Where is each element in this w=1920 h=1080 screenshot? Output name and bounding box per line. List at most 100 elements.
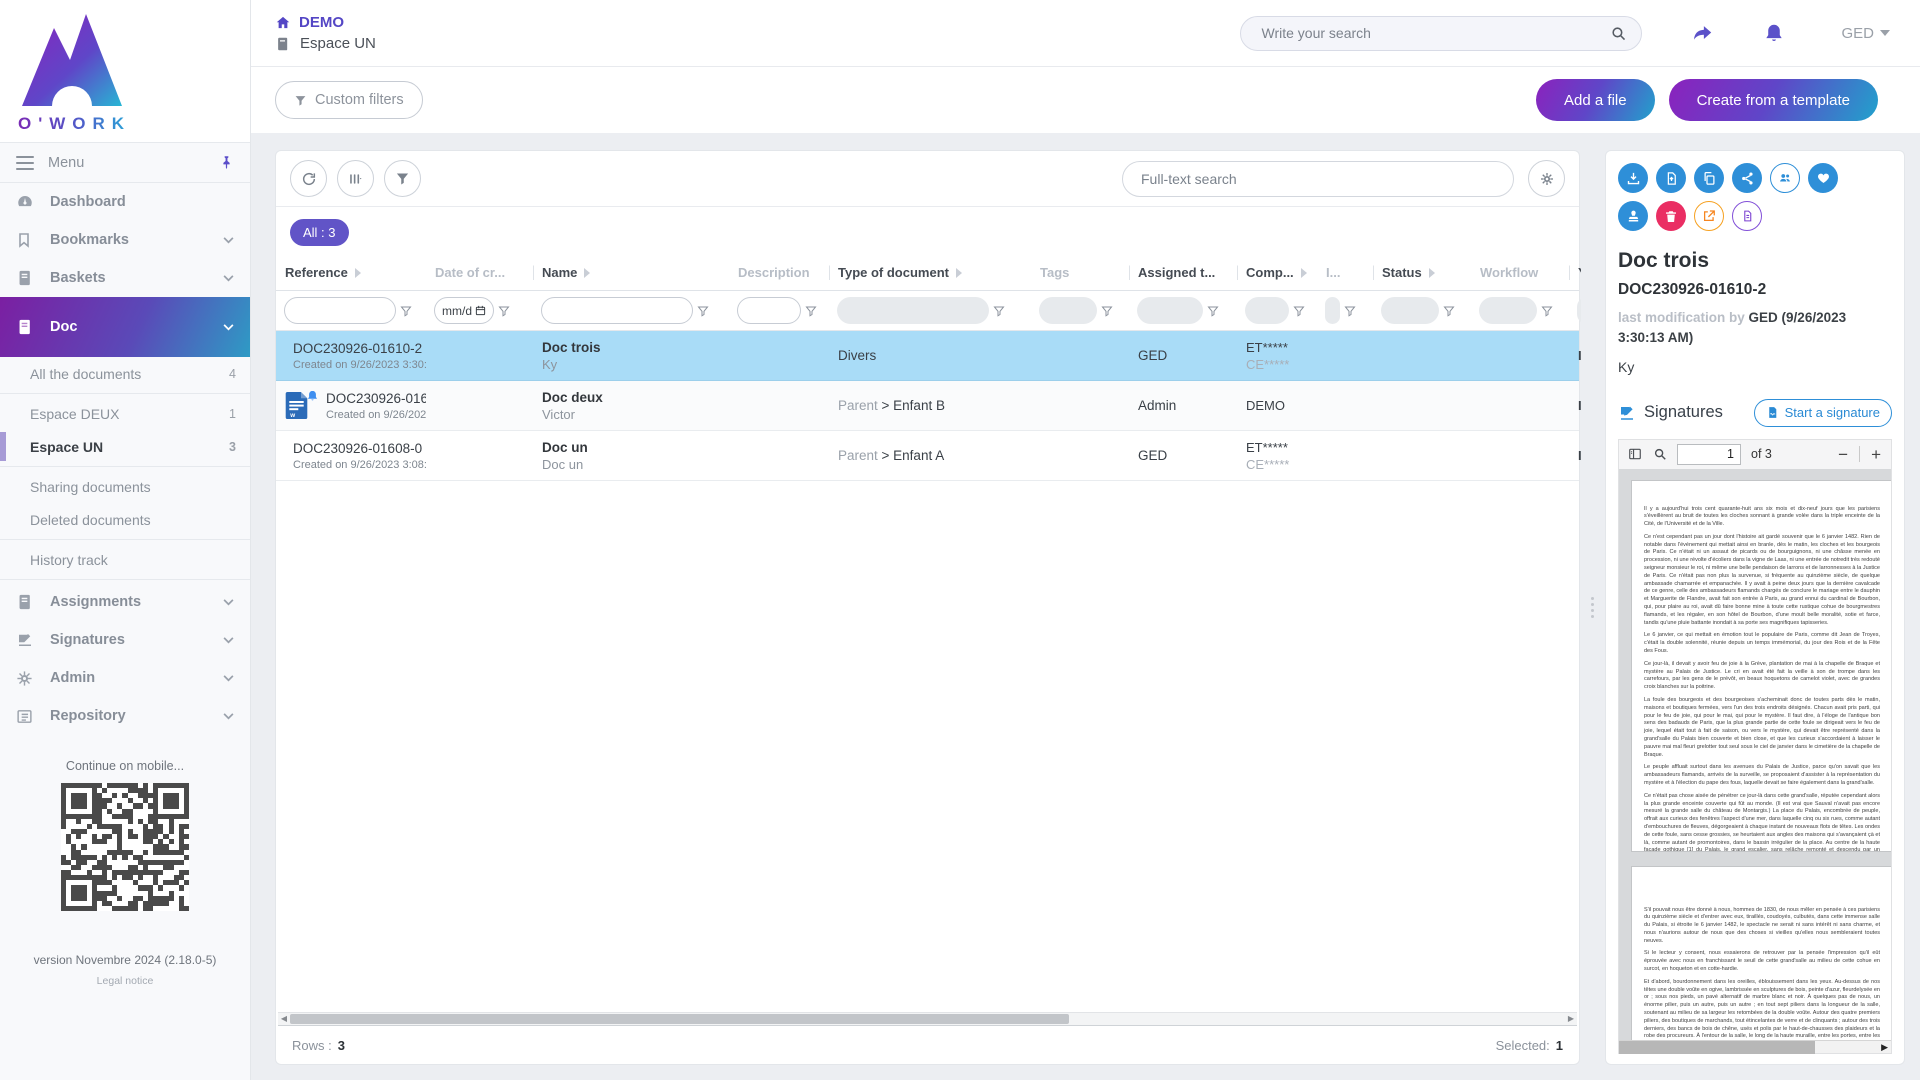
sidebar-item-admin[interactable]: Admin (0, 659, 250, 697)
share-button[interactable] (1690, 22, 1715, 44)
home-icon (275, 15, 291, 30)
table-row[interactable]: w DOC230926-01609-0 Created on 9/26/2023… (276, 381, 1579, 431)
legal-notice-link[interactable]: Legal notice (0, 975, 250, 1001)
sidebar-item-all-documents[interactable]: All the documents 4 (0, 357, 250, 390)
assigned-filter-select[interactable] (1137, 297, 1203, 324)
users-button[interactable] (1770, 163, 1800, 193)
sidebar-item-sharing-documents[interactable]: Sharing documents (0, 470, 250, 503)
table-row[interactable]: DOC230926-01608-0 Created on 9/26/2023 3… (276, 431, 1579, 481)
i-filter-select[interactable] (1325, 297, 1340, 324)
column-header-y[interactable]: Y... (1569, 265, 1581, 280)
custom-filters-button[interactable]: Custom filters (275, 81, 423, 119)
column-header-workflow[interactable]: Workflow (1471, 265, 1569, 280)
sidebar-menu-toggle[interactable]: Menu (0, 143, 250, 183)
column-header-reference[interactable]: Reference (276, 265, 426, 280)
column-header-status[interactable]: Status (1373, 265, 1471, 280)
sidebar-item-dashboard[interactable]: Dashboard (0, 183, 250, 221)
column-header-tags[interactable]: Tags (1031, 265, 1129, 280)
delete-trash-button[interactable] (1656, 201, 1686, 231)
table-settings-button[interactable] (1528, 160, 1565, 197)
notifications-bell-button[interactable] (1763, 22, 1785, 45)
start-signature-button[interactable]: Start a signature (1754, 399, 1892, 427)
funnel-icon[interactable] (1443, 305, 1455, 317)
sidebar-item-espace-deux[interactable]: Espace DEUX 1 (0, 397, 250, 430)
sort-icon[interactable] (955, 268, 963, 278)
pdf-horizontal-scrollbar[interactable]: ▶ (1619, 1040, 1891, 1053)
column-header-i[interactable]: I... (1317, 265, 1373, 280)
sidebar-item-assignments[interactable]: Assignments (0, 583, 250, 621)
table-row[interactable]: DOC230926-01610-2 Created on 9/26/2023 3… (276, 331, 1579, 381)
scrollbar-thumb[interactable] (290, 1014, 1069, 1024)
status-filter-select[interactable] (1381, 297, 1439, 324)
filter-button[interactable] (384, 160, 421, 197)
company-filter-select[interactable] (1245, 297, 1289, 324)
type-filter-select[interactable] (837, 297, 989, 324)
sidebar-item-repository[interactable]: Repository (0, 697, 250, 735)
funnel-icon[interactable] (1541, 305, 1553, 317)
funnel-icon[interactable] (1207, 305, 1219, 317)
column-header-description[interactable]: Description (729, 265, 829, 280)
add-file-button[interactable]: Add a file (1536, 79, 1655, 121)
fulltext-search-input[interactable] (1139, 170, 1497, 188)
name-filter-input[interactable] (541, 297, 693, 324)
column-header-date[interactable]: Date of cr... (426, 265, 533, 280)
pin-icon[interactable] (219, 155, 234, 170)
funnel-icon[interactable] (1293, 305, 1305, 317)
sidebar-item-espace-un[interactable]: Espace UN 3 (0, 430, 250, 463)
zoom-out-button[interactable]: − (1836, 446, 1850, 463)
copy-button[interactable] (1694, 163, 1724, 193)
funnel-icon[interactable] (400, 305, 412, 317)
funnel-icon[interactable] (697, 305, 709, 317)
search-icon[interactable] (1610, 25, 1627, 42)
create-from-template-button[interactable]: Create from a template (1669, 79, 1878, 121)
sort-icon[interactable] (354, 268, 362, 278)
sort-icon[interactable] (583, 268, 591, 278)
funnel-icon[interactable] (1344, 305, 1356, 317)
scrollbar-thumb[interactable] (1619, 1041, 1815, 1054)
scroll-right-arrow[interactable]: ▶ (1565, 1015, 1577, 1023)
column-header-name[interactable]: Name (533, 265, 729, 280)
document-file-button[interactable] (1732, 201, 1762, 231)
pdf-pages-area[interactable]: Il y a aujourd'hui trois cent quarante-h… (1619, 470, 1891, 1041)
all-filter-chip[interactable]: All : 3 (290, 219, 349, 246)
user-menu[interactable]: GED (1841, 25, 1890, 42)
column-header-company[interactable]: Comp... (1237, 265, 1317, 280)
funnel-icon[interactable] (1101, 305, 1113, 317)
pdf-sidebar-toggle[interactable] (1627, 447, 1643, 461)
description-filter-input[interactable] (737, 297, 801, 324)
open-external-button[interactable] (1694, 201, 1724, 231)
pdf-search-icon[interactable] (1653, 447, 1667, 461)
stamp-button[interactable] (1618, 201, 1648, 231)
sidebar-item-doc[interactable]: Doc (0, 297, 250, 357)
tags-filter-select[interactable] (1039, 297, 1097, 324)
scroll-right-arrow[interactable]: ▶ (1881, 1042, 1891, 1053)
share-nodes-button[interactable] (1732, 163, 1762, 193)
pdf-page-input[interactable] (1677, 444, 1741, 465)
refresh-button[interactable] (290, 160, 327, 197)
columns-button[interactable] (337, 160, 374, 197)
workflow-filter-select[interactable] (1479, 297, 1537, 324)
upload-file-button[interactable] (1656, 163, 1686, 193)
date-filter-input[interactable]: mm/d (434, 297, 494, 324)
panel-resize-handle[interactable] (1591, 597, 1594, 618)
sidebar-item-baskets[interactable]: Baskets (0, 259, 250, 297)
sort-icon[interactable] (1300, 268, 1308, 278)
sidebar-item-bookmarks[interactable]: Bookmarks (0, 221, 250, 259)
scroll-left-arrow[interactable]: ◀ (278, 1015, 290, 1023)
sort-icon[interactable] (1428, 268, 1436, 278)
funnel-icon[interactable] (805, 305, 817, 317)
column-header-type[interactable]: Type of document (829, 265, 1031, 280)
zoom-in-button[interactable]: + (1869, 446, 1883, 463)
reference-filter-input[interactable] (284, 297, 396, 324)
funnel-icon[interactable] (498, 305, 510, 317)
download-button[interactable] (1618, 163, 1648, 193)
column-header-assigned[interactable]: Assigned t... (1129, 265, 1237, 280)
sidebar-item-signatures[interactable]: Signatures (0, 621, 250, 659)
global-search-input[interactable] (1259, 24, 1610, 42)
breadcrumb-root[interactable]: DEMO (275, 14, 376, 31)
funnel-icon[interactable] (993, 305, 1005, 317)
sidebar-item-deleted-documents[interactable]: Deleted documents (0, 503, 250, 536)
sidebar-item-history-track[interactable]: History track (0, 543, 250, 576)
favorite-heart-button[interactable] (1808, 163, 1838, 193)
table-horizontal-scrollbar[interactable]: ◀ ▶ (278, 1012, 1577, 1026)
